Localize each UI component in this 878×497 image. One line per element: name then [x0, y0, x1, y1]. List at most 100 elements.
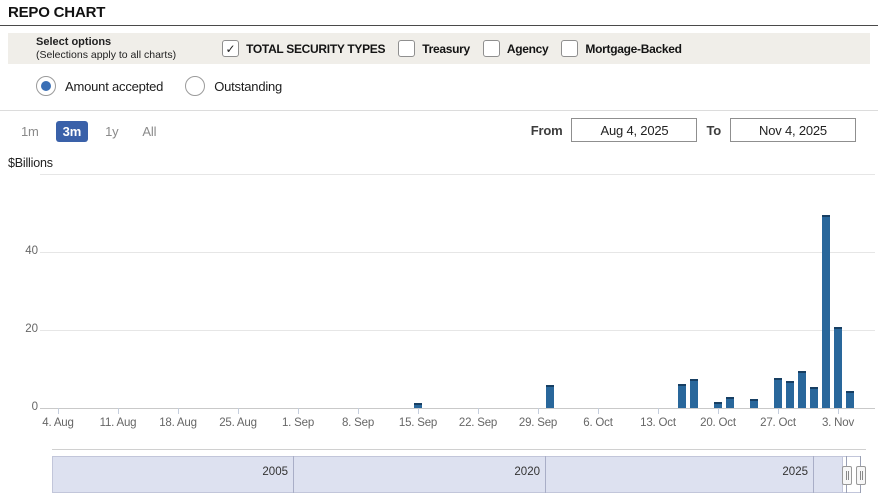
x-tick-label: 22. Sep [448, 417, 508, 429]
metric-radio-group: Amount accepted Outstanding [36, 76, 282, 96]
security-type-checkbox-group: ✓TOTAL SECURITY TYPES Treasury Agency Mortg… [222, 40, 682, 57]
to-date-input[interactable]: Nov 4, 2025 [730, 118, 856, 142]
gridline-60 [40, 174, 875, 175]
timeline-navigator[interactable]: 2005 2020 2025 [0, 445, 878, 497]
x-tick-label: 6. Oct [568, 417, 628, 429]
gridline-40 [40, 252, 875, 253]
x-tick-label: 11. Aug [88, 417, 148, 429]
range-button-1m[interactable]: 1m [14, 121, 46, 142]
handle-grip [860, 471, 861, 480]
x-tick-mark [658, 408, 659, 414]
bar-oct-15-2025[interactable] [678, 384, 686, 408]
x-tick-label: 3. Nov [808, 417, 868, 429]
x-tick-label: 27. Oct [748, 417, 808, 429]
x-tick-label: 4. Aug [28, 417, 88, 429]
bar-oct-28-2025[interactable] [786, 381, 794, 408]
y-axis-units-label: $Billions [8, 156, 53, 170]
from-label: From [531, 123, 563, 138]
bar-nov-3-2025[interactable] [834, 327, 842, 408]
checkbox-label: Agency [507, 42, 549, 56]
x-tick-mark [238, 408, 239, 414]
x-tick-mark [718, 408, 719, 414]
x-tick-label: 18. Aug [148, 417, 208, 429]
x-tick-label: 1. Sep [268, 417, 328, 429]
navigator-year-label: 2020 [480, 466, 540, 478]
radio-label: Outstanding [214, 79, 282, 94]
x-tick-label: 15. Sep [388, 417, 448, 429]
bar-oct-16-2025[interactable] [690, 379, 698, 408]
navigator-band[interactable] [52, 456, 843, 493]
x-tick-mark [418, 408, 419, 414]
x-tick-mark [478, 408, 479, 414]
x-tick-mark [538, 408, 539, 414]
bar-oct-27-2025[interactable] [774, 378, 782, 408]
checkbox-unchecked-icon[interactable] [483, 40, 500, 57]
range-button-3m[interactable]: 3m [56, 121, 88, 142]
title-divider [0, 25, 878, 26]
x-tick-mark [58, 408, 59, 414]
x-tick-mark [298, 408, 299, 414]
radio-unselected-icon[interactable] [185, 76, 205, 96]
x-tick-label: 8. Sep [328, 417, 388, 429]
checkbox-item-treasury[interactable]: Treasury [398, 40, 470, 57]
x-tick-label: 20. Oct [688, 417, 748, 429]
navigator-right-handle-icon[interactable] [856, 466, 866, 485]
y-tick-label: 40 [8, 245, 38, 257]
range-button-group: 1m 3m 1y All [14, 121, 163, 142]
checkbox-unchecked-icon[interactable] [561, 40, 578, 57]
y-tick-label: 0 [8, 401, 38, 413]
checkbox-item-agency[interactable]: Agency [483, 40, 549, 57]
checkbox-label: Treasury [422, 42, 470, 56]
bar-oct-20-2025[interactable] [714, 402, 722, 408]
gridline-0 [40, 408, 875, 409]
date-range-controls: From Aug 4, 2025 To Nov 4, 2025 [531, 118, 856, 142]
bar-oct-21-2025[interactable] [726, 397, 734, 408]
checkbox-item-total-security-types[interactable]: ✓TOTAL SECURITY TYPES [222, 40, 385, 57]
checkbox-unchecked-icon[interactable] [398, 40, 415, 57]
range-button-1y[interactable]: 1y [98, 121, 125, 142]
handle-grip [846, 471, 847, 480]
x-tick-mark [118, 408, 119, 414]
bar-oct-29-2025[interactable] [798, 371, 806, 408]
bar-nov-4-2025[interactable] [846, 391, 854, 408]
bar-oct-23-2025[interactable] [750, 399, 758, 408]
checkbox-label: Mortgage-Backed [585, 42, 681, 56]
x-tick-mark [598, 408, 599, 414]
navigator-year-tick [545, 456, 546, 493]
checkbox-checked-icon[interactable]: ✓ [222, 40, 239, 57]
section-divider [0, 110, 878, 111]
navigator-year-label: 2025 [748, 466, 808, 478]
navigator-year-label: 2005 [228, 466, 288, 478]
radio-dot [41, 81, 51, 91]
from-date-input[interactable]: Aug 4, 2025 [571, 118, 697, 142]
range-selector-row: 1m 3m 1y All From Aug 4, 2025 To Nov 4, 202… [0, 118, 878, 146]
x-tick-mark [358, 408, 359, 414]
checkbox-item-mortgage-backed[interactable]: Mortgage-Backed [561, 40, 681, 57]
gridline-20 [40, 330, 875, 331]
security-type-options-bar: Select options (Selections apply to all … [8, 33, 870, 64]
to-label: To [706, 123, 721, 138]
x-tick-label: 29. Sep [508, 417, 568, 429]
range-button-all[interactable]: All [135, 121, 163, 142]
bar-oct-30-2025[interactable] [810, 387, 818, 408]
bar-sep-15-2025[interactable] [414, 403, 422, 408]
bar-oct-31-2025[interactable] [822, 215, 830, 408]
select-options-label: Select options (Selections apply to all … [36, 36, 176, 61]
navigator-scrollbar-track [52, 449, 866, 450]
radio-selected-icon[interactable] [36, 76, 56, 96]
x-tick-mark [778, 408, 779, 414]
navigator-year-tick [293, 456, 294, 493]
x-tick-mark [838, 408, 839, 414]
handle-grip [862, 471, 863, 480]
repo-chart-page: REPO CHART Select options (Selections ap… [0, 0, 878, 497]
radio-option-outstanding[interactable]: Outstanding [185, 76, 282, 96]
y-tick-label: 20 [8, 323, 38, 335]
bar-sep-30-2025[interactable] [546, 385, 554, 408]
navigator-left-handle-icon[interactable] [842, 466, 852, 485]
radio-option-amount-accepted[interactable]: Amount accepted [36, 76, 163, 96]
x-tick-label: 25. Aug [208, 417, 268, 429]
page-title: REPO CHART [8, 4, 105, 21]
repo-bar-chart: $Billions 0 20 40 4. Aug11. Aug18. Aug25. A… [0, 150, 878, 445]
radio-label: Amount accepted [65, 79, 163, 94]
x-tick-mark [178, 408, 179, 414]
